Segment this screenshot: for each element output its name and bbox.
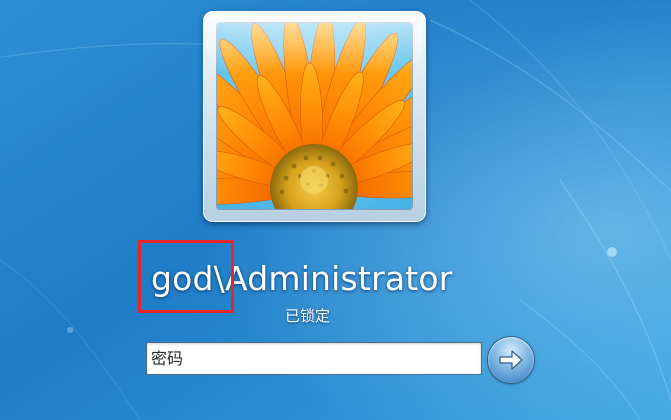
domain-highlight-box	[138, 240, 234, 313]
user-avatar-frame	[203, 11, 426, 222]
password-input[interactable]	[146, 342, 482, 375]
submit-login-button[interactable]	[488, 337, 534, 383]
locked-status-label: 已锁定	[285, 307, 331, 325]
flower-avatar-icon	[217, 23, 412, 209]
arrow-right-icon	[499, 350, 523, 370]
